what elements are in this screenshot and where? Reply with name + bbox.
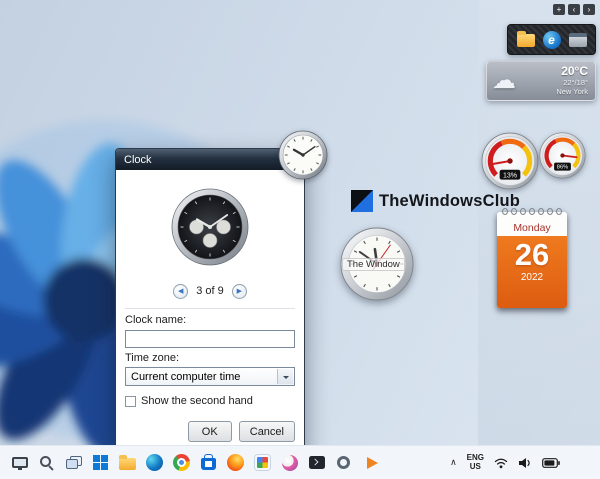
thewindowsclub-logo-icon: [351, 190, 373, 212]
system-tray: ∧ ENG US: [450, 446, 560, 479]
window-app-icon[interactable]: [569, 33, 587, 47]
store-icon[interactable]: [197, 450, 220, 476]
prev-style-button[interactable]: ◀: [173, 284, 188, 299]
file-explorer-icon[interactable]: [116, 450, 139, 476]
gadget-name-tooltip: The Window: [342, 258, 405, 271]
calendar-day: 26: [497, 236, 567, 272]
chrome-icon[interactable]: [170, 450, 193, 476]
app-launcher-gadget[interactable]: e: [507, 24, 596, 55]
cloud-icon: ☁: [492, 69, 516, 93]
sidebar-controls: + ‹ ›: [553, 4, 595, 15]
desktop: + ‹ › e ☁ 20°C 22°/18° New York: [0, 0, 600, 479]
media-player-icon[interactable]: [359, 450, 382, 476]
second-hand-label: Show the second hand: [141, 395, 253, 407]
calendar-year: 2022: [497, 272, 567, 283]
weather-gadget[interactable]: ☁ 20°C 22°/18° New York: [486, 61, 596, 101]
edge-icon[interactable]: [143, 450, 166, 476]
style-position: 3 of 9: [196, 285, 224, 297]
settings-gear-icon[interactable]: [332, 450, 355, 476]
task-view-icon[interactable]: [62, 450, 85, 476]
paint-icon[interactable]: [278, 450, 301, 476]
spiral-binding: [502, 208, 562, 215]
clock-name-input[interactable]: [125, 330, 295, 348]
dialog-titlebar[interactable]: Clock: [116, 149, 304, 170]
next-style-button[interactable]: ▶: [232, 284, 247, 299]
time-zone-select[interactable]: Current computer time: [125, 367, 295, 386]
cancel-button[interactable]: Cancel: [239, 421, 295, 442]
battery-icon[interactable]: [542, 458, 560, 468]
taskbar: ∧ ENG US: [0, 445, 600, 479]
clock-name-label: Clock name:: [125, 314, 295, 326]
weather-city: New York: [556, 88, 588, 97]
clock-dialog: Clock: [115, 148, 305, 453]
terminal-icon[interactable]: [305, 450, 328, 476]
subdial-right: [217, 220, 231, 234]
dialog-title: Clock: [124, 154, 152, 166]
ok-button[interactable]: OK: [188, 421, 232, 442]
meter-gadget-right[interactable]: 86%: [539, 132, 586, 184]
language-indicator[interactable]: ENG US: [467, 454, 484, 472]
clock-gadget-small[interactable]: [278, 130, 328, 185]
weather-temperature: 20°C: [556, 65, 588, 79]
divider: [125, 308, 295, 309]
time-zone-label: Time zone:: [125, 352, 295, 364]
calendar-weekday: Monday: [497, 212, 567, 236]
firefox-icon[interactable]: [224, 450, 247, 476]
photos-icon[interactable]: [251, 450, 274, 476]
second-hand-checkbox[interactable]: [125, 396, 136, 407]
start-button[interactable]: [89, 450, 112, 476]
prev-page-icon[interactable]: ‹: [568, 4, 580, 15]
subdial-bottom: [203, 234, 217, 248]
tray-overflow-icon[interactable]: ∧: [450, 457, 457, 468]
chevron-down-icon[interactable]: [277, 369, 293, 384]
gauge-value: 86%: [557, 165, 568, 171]
folder-icon[interactable]: [517, 34, 535, 47]
time-zone-value: Current computer time: [131, 371, 240, 383]
wifi-icon[interactable]: [494, 457, 508, 469]
next-page-icon[interactable]: ›: [583, 4, 595, 15]
clock-style-preview: [125, 177, 295, 277]
show-desktop-icon[interactable]: [8, 450, 31, 476]
search-icon[interactable]: [35, 450, 58, 476]
add-gadget-icon[interactable]: +: [553, 4, 565, 15]
meter-gadget-left[interactable]: 13%: [481, 132, 539, 195]
internet-explorer-icon[interactable]: e: [543, 31, 561, 49]
volume-icon[interactable]: [518, 457, 532, 469]
calendar-gadget[interactable]: Monday 26 2022: [497, 212, 567, 308]
gauge-value: 13%: [503, 172, 517, 179]
